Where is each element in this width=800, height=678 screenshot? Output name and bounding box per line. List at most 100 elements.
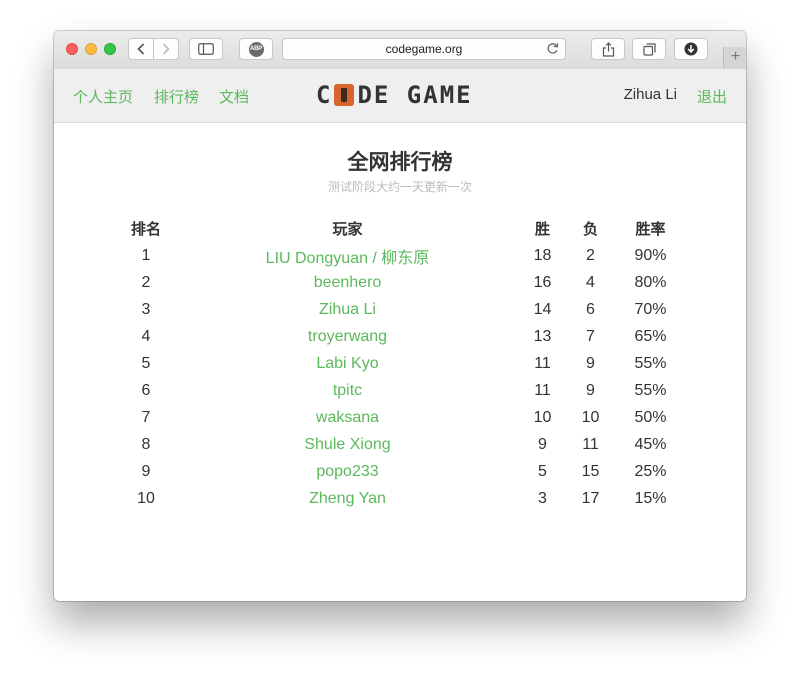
share-icon [602, 41, 614, 57]
player-link[interactable]: tpitc [333, 382, 362, 399]
win-rate-cell: 70% [634, 300, 667, 318]
wins-cell: 14 [533, 300, 552, 318]
player-link[interactable]: popo233 [316, 463, 378, 480]
table-row: 4 troyerwang 13 7 65% [106, 323, 696, 350]
reload-icon[interactable] [546, 42, 559, 58]
win-rate-cell: 55% [634, 354, 667, 372]
table-row: 2 beenhero 16 4 80% [106, 269, 696, 296]
wins-cell: 5 [538, 462, 547, 480]
page-title: 全网排行榜 [347, 151, 453, 174]
table-row: 9 popo233 5 15 25% [106, 458, 696, 485]
player-cell: waksana [186, 404, 509, 431]
share-button[interactable] [591, 38, 625, 60]
minimize-window-button[interactable] [85, 43, 97, 55]
address-bar[interactable]: codegame.org [282, 38, 566, 60]
player-link[interactable]: Labi Kyo [316, 355, 378, 372]
tabs-icon [642, 42, 656, 56]
logo-block-icon [334, 84, 355, 106]
losses-cell: 7 [586, 327, 595, 345]
player-cell: LIU Dongyuan / 柳东原 [186, 242, 509, 269]
losses-cell: 6 [586, 300, 595, 318]
logout-link[interactable]: 退出 [697, 86, 727, 107]
address-url: codegame.org [385, 42, 463, 56]
losses-cell: 17 [581, 489, 600, 507]
wins-cell: 11 [534, 381, 551, 399]
losses-cell: 9 [586, 381, 595, 399]
win-rate-cell: 15% [634, 489, 667, 507]
sidebar-toggle-button[interactable] [189, 38, 223, 60]
player-link[interactable]: beenhero [314, 274, 382, 291]
zoom-window-button[interactable] [104, 43, 116, 55]
chevron-right-icon [162, 43, 170, 55]
browser-toolbar: ABP codegame.org + [54, 31, 746, 70]
table-row: 5 Labi Kyo 11 9 55% [106, 350, 696, 377]
player-cell: Zheng Yan [186, 485, 509, 512]
wins-cell: 9 [538, 435, 547, 453]
tab-overview-button[interactable] [632, 38, 666, 60]
player-link[interactable]: troyerwang [308, 328, 387, 345]
wins-cell: 10 [533, 408, 552, 426]
table-row: 10 Zheng Yan 3 17 15% [106, 485, 696, 512]
logo-text-left: C [316, 81, 333, 109]
wins-cell: 3 [538, 489, 547, 507]
header-win-rate: 胜率 [635, 221, 666, 238]
player-link[interactable]: Shule Xiong [304, 436, 390, 453]
player-cell: beenhero [186, 269, 509, 296]
adblock-icon: ABP [248, 41, 264, 57]
table-row: 3 Zihua Li 14 6 70% [106, 296, 696, 323]
win-rate-cell: 80% [634, 273, 667, 291]
player-cell: troyerwang [186, 323, 509, 350]
close-window-button[interactable] [66, 43, 78, 55]
downloads-button[interactable] [674, 38, 708, 60]
rank-cell: 10 [137, 489, 155, 507]
table-row: 8 Shule Xiong 9 11 45% [106, 431, 696, 458]
chevron-left-icon [137, 43, 145, 55]
losses-cell: 11 [582, 435, 599, 453]
table-row: 1 LIU Dongyuan / 柳东原 18 2 90% [106, 242, 696, 269]
losses-cell: 4 [586, 273, 595, 291]
rank-cell: 1 [141, 246, 151, 264]
logo-text-right: DE GAME [357, 81, 473, 109]
losses-cell: 15 [581, 462, 600, 480]
site-header: 个人主页 排行榜 文档 C DE GAME Zihua Li 退出 [54, 69, 746, 123]
player-link[interactable]: Zihua Li [319, 301, 376, 318]
losses-cell: 2 [586, 246, 595, 264]
adblock-button[interactable]: ABP [239, 38, 273, 60]
win-rate-cell: 55% [634, 381, 667, 399]
win-rate-cell: 65% [634, 327, 667, 345]
win-rate-cell: 25% [634, 462, 667, 480]
player-cell: Labi Kyo [186, 350, 509, 377]
losses-cell: 9 [586, 354, 595, 372]
rank-cell: 9 [141, 462, 151, 480]
nav-home-link[interactable]: 个人主页 [73, 86, 133, 107]
header-player: 玩家 [332, 221, 363, 238]
player-cell: popo233 [186, 458, 509, 485]
player-link[interactable]: waksana [316, 409, 379, 426]
table-row: 6 tpitc 11 9 55% [106, 377, 696, 404]
forward-button[interactable] [153, 38, 179, 60]
leaderboard-table: 排名 玩家 胜 负 胜率 1 LIU Dongyuan / 柳东原 18 2 90% 2 b… [106, 215, 696, 512]
losses-cell: 10 [581, 408, 600, 426]
player-link[interactable]: Zheng Yan [309, 490, 386, 507]
rank-cell: 5 [141, 354, 151, 372]
table-header-row: 排名 玩家 胜 负 胜率 [106, 215, 696, 242]
header-wins: 胜 [534, 221, 550, 238]
nav-docs-link[interactable]: 文档 [219, 86, 249, 107]
player-cell: Shule Xiong [186, 431, 509, 458]
site-logo[interactable]: C DE GAME [316, 81, 473, 109]
wins-cell: 13 [533, 327, 552, 345]
page-subtitle: 测试阶段大约一天更新一次 [327, 180, 472, 194]
player-link[interactable]: LIU Dongyuan / 柳东原 [266, 250, 430, 267]
current-user-name[interactable]: Zihua Li [624, 86, 677, 103]
rank-cell: 3 [141, 300, 151, 318]
table-row: 7 waksana 10 10 50% [106, 404, 696, 431]
download-icon [684, 42, 698, 56]
back-button[interactable] [128, 38, 154, 60]
rank-cell: 8 [141, 435, 151, 453]
new-tab-button[interactable]: + [723, 47, 746, 69]
nav-leaderboard-link[interactable]: 排行榜 [154, 86, 199, 107]
win-rate-cell: 90% [634, 246, 667, 264]
rank-cell: 6 [141, 381, 151, 399]
browser-window: ABP codegame.org + 个人主页 排行榜 文档 C DE GAME… [54, 31, 746, 601]
rank-cell: 7 [141, 408, 151, 426]
